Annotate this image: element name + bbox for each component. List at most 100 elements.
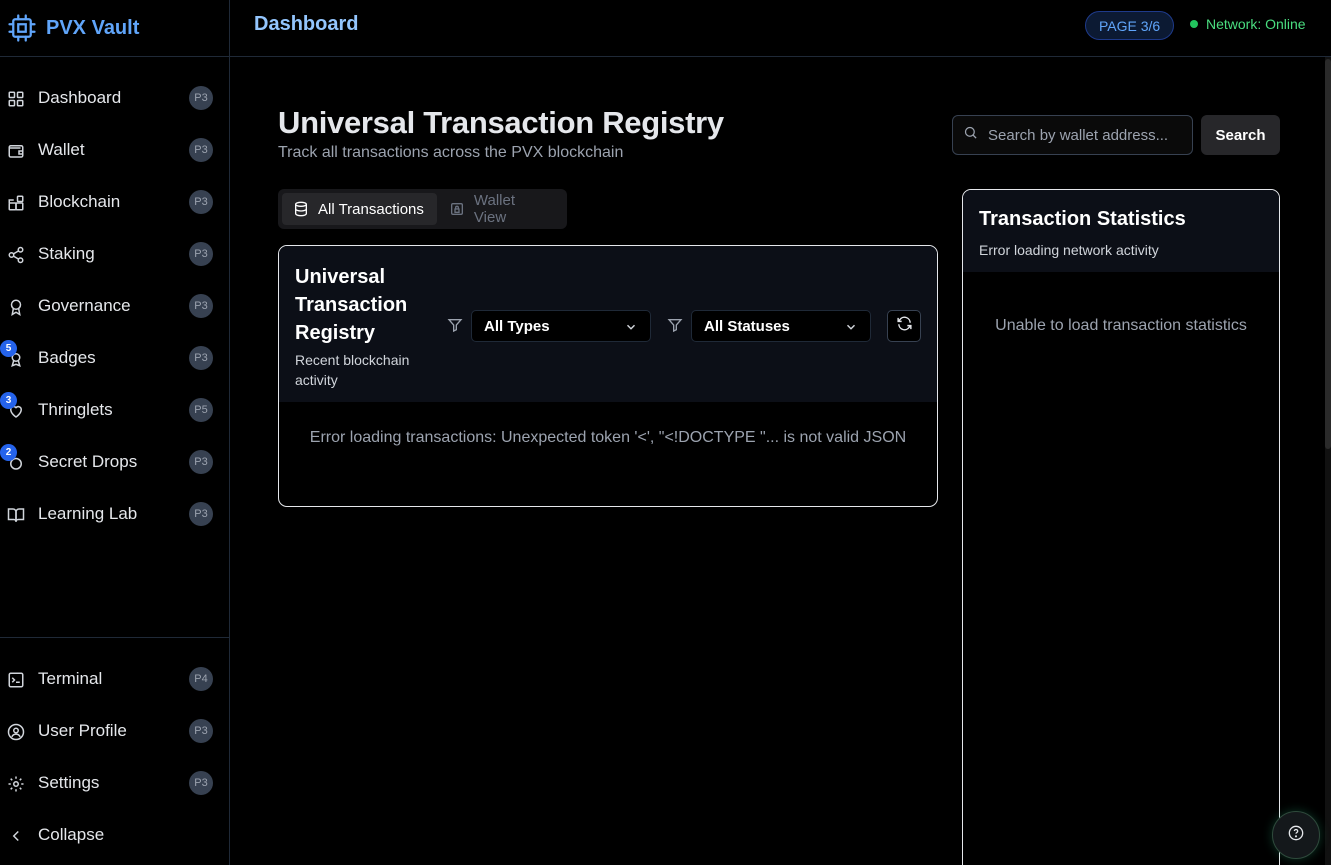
sidebar-item-label: Wallet xyxy=(38,140,85,159)
sidebar-item-label: Blockchain xyxy=(38,192,121,211)
collapse-label: Collapse xyxy=(38,825,105,844)
wallet-icon xyxy=(6,141,26,161)
page-badge: P3 xyxy=(189,190,213,214)
page-badge: P3 xyxy=(189,86,213,110)
gear-icon xyxy=(6,774,26,794)
card-header: Universal Transaction Registry Recent bl… xyxy=(279,246,937,402)
card-subtitle: Recent blockchain activity xyxy=(295,352,410,388)
sidebar-item-wallet[interactable]: Wallet P3 xyxy=(0,124,229,176)
sidebar-item-label: Governance xyxy=(38,296,131,315)
page-badge: P4 xyxy=(189,667,213,691)
sidebar-item-label: Secret Drops xyxy=(38,452,138,471)
status-filter-value: All Statuses xyxy=(704,317,790,335)
page-badge: P3 xyxy=(189,502,213,526)
stats-error-message: Unable to load transaction statistics xyxy=(995,317,1247,334)
refresh-icon xyxy=(896,315,913,337)
sidebar-item-blockchain[interactable]: Blockchain P3 xyxy=(0,176,229,228)
sidebar-item-terminal[interactable]: Terminal P4 xyxy=(0,653,229,705)
search-input[interactable] xyxy=(988,126,1178,144)
page-badge: P3 xyxy=(189,242,213,266)
top-bar: Dashboard PAGE 3/6 Network: Online xyxy=(230,0,1331,57)
tab-label: All Transactions xyxy=(318,200,424,218)
sidebar-item-settings[interactable]: Settings P3 xyxy=(0,757,229,809)
chip-icon xyxy=(6,12,38,44)
scrollbar-thumb[interactable] xyxy=(1325,59,1331,449)
type-filter-value: All Types xyxy=(484,317,550,335)
sidebar-item-label: Dashboard xyxy=(38,88,122,107)
sidebar-item-user-profile[interactable]: User Profile P3 xyxy=(0,705,229,757)
registry-subtitle: Track all transactions across the PVX bl… xyxy=(278,144,624,161)
status-dot-icon xyxy=(1190,20,1198,28)
book-icon xyxy=(6,505,26,525)
network-status: Network: Online xyxy=(1190,16,1306,32)
chevron-down-icon xyxy=(624,320,638,334)
status-filter-select[interactable]: All Statuses xyxy=(691,310,871,342)
app-name: PVX Vault xyxy=(46,16,140,39)
collapse-button[interactable]: Collapse xyxy=(0,809,229,861)
help-circle-icon xyxy=(1288,825,1304,846)
tab-all-transactions[interactable]: All Transactions xyxy=(282,193,437,225)
sidebar-divider xyxy=(0,637,229,638)
type-filter-select[interactable]: All Types xyxy=(471,310,651,342)
page-badge: P3 xyxy=(189,346,213,370)
search-button[interactable]: Search xyxy=(1201,115,1280,155)
sidebar-item-learning-lab[interactable]: Learning Lab P3 xyxy=(0,488,229,540)
notification-count: 3 xyxy=(0,392,17,409)
sidebar-item-label: Settings xyxy=(38,773,100,792)
chevron-left-icon xyxy=(6,826,26,846)
sidebar-item-label: Thringlets xyxy=(38,400,113,419)
sidebar-item-badges[interactable]: 5 Badges P3 xyxy=(0,332,229,384)
sidebar-item-label: Badges xyxy=(38,348,96,367)
blocks-icon xyxy=(6,193,26,213)
sidebar-item-label: User Profile xyxy=(38,721,127,740)
tab-label: Wallet View xyxy=(473,192,516,226)
refresh-button[interactable] xyxy=(887,310,921,342)
sidebar-item-secret-drops[interactable]: 2 Secret Drops P3 xyxy=(0,436,229,488)
award-icon xyxy=(6,297,26,317)
page-badge: P3 xyxy=(189,294,213,318)
sidebar-nav: Dashboard P3 Wallet P3 Blockchain P3 Sta… xyxy=(0,72,229,540)
view-tabs: All Transactions Wallet View xyxy=(278,189,567,229)
share-icon xyxy=(6,245,26,265)
transactions-error-message: Error loading transactions: Unexpected t… xyxy=(309,429,907,446)
grid-icon xyxy=(6,89,26,109)
wallet-lock-icon xyxy=(448,200,466,218)
page-badge: P3 xyxy=(189,450,213,474)
stats-title: Transaction Statistics xyxy=(979,208,1186,230)
filter-icon xyxy=(667,317,683,333)
page-badge: P5 xyxy=(189,398,213,422)
user-circle-icon xyxy=(6,722,26,742)
transaction-statistics-card: Transaction Statistics Error loading net… xyxy=(962,189,1280,865)
search-field[interactable] xyxy=(952,115,1193,155)
filter-icon xyxy=(447,317,463,333)
page-badge: P3 xyxy=(189,138,213,162)
page-badge: P3 xyxy=(189,719,213,743)
search-icon xyxy=(963,125,978,145)
chevron-down-icon xyxy=(844,320,858,334)
page-title: Dashboard xyxy=(254,13,359,35)
database-icon xyxy=(292,200,310,218)
sidebar-item-governance[interactable]: Governance P3 xyxy=(0,280,229,332)
transaction-registry-card: Universal Transaction Registry Recent bl… xyxy=(278,245,938,507)
brand[interactable]: PVX Vault xyxy=(0,0,229,57)
network-status-text: Network: Online xyxy=(1206,16,1306,32)
sidebar: PVX Vault Dashboard P3 Wallet P3 Blockch… xyxy=(0,0,230,865)
card-title: Universal Transaction Registry xyxy=(295,266,408,344)
registry-heading: Universal Transaction Registry xyxy=(278,105,724,140)
sidebar-bottom-nav: Terminal P4 User Profile P3 Settings P3 … xyxy=(0,653,229,861)
terminal-icon xyxy=(6,670,26,690)
sidebar-item-staking[interactable]: Staking P3 xyxy=(0,228,229,280)
sidebar-item-label: Staking xyxy=(38,244,95,263)
scrollbar[interactable] xyxy=(1325,57,1331,865)
tab-wallet-view[interactable]: Wallet View xyxy=(438,192,563,226)
page-badge: P3 xyxy=(189,771,213,795)
notification-count: 5 xyxy=(0,340,17,357)
notification-count: 2 xyxy=(0,444,17,461)
sidebar-item-label: Terminal xyxy=(38,669,103,688)
sidebar-item-dashboard[interactable]: Dashboard P3 xyxy=(0,72,229,124)
help-button[interactable] xyxy=(1272,811,1320,859)
sidebar-item-thringlets[interactable]: 3 Thringlets P5 xyxy=(0,384,229,436)
stats-subtitle: Error loading network activity xyxy=(979,242,1159,258)
sidebar-item-label: Learning Lab xyxy=(38,504,138,523)
stats-header: Transaction Statistics Error loading net… xyxy=(963,190,1279,272)
